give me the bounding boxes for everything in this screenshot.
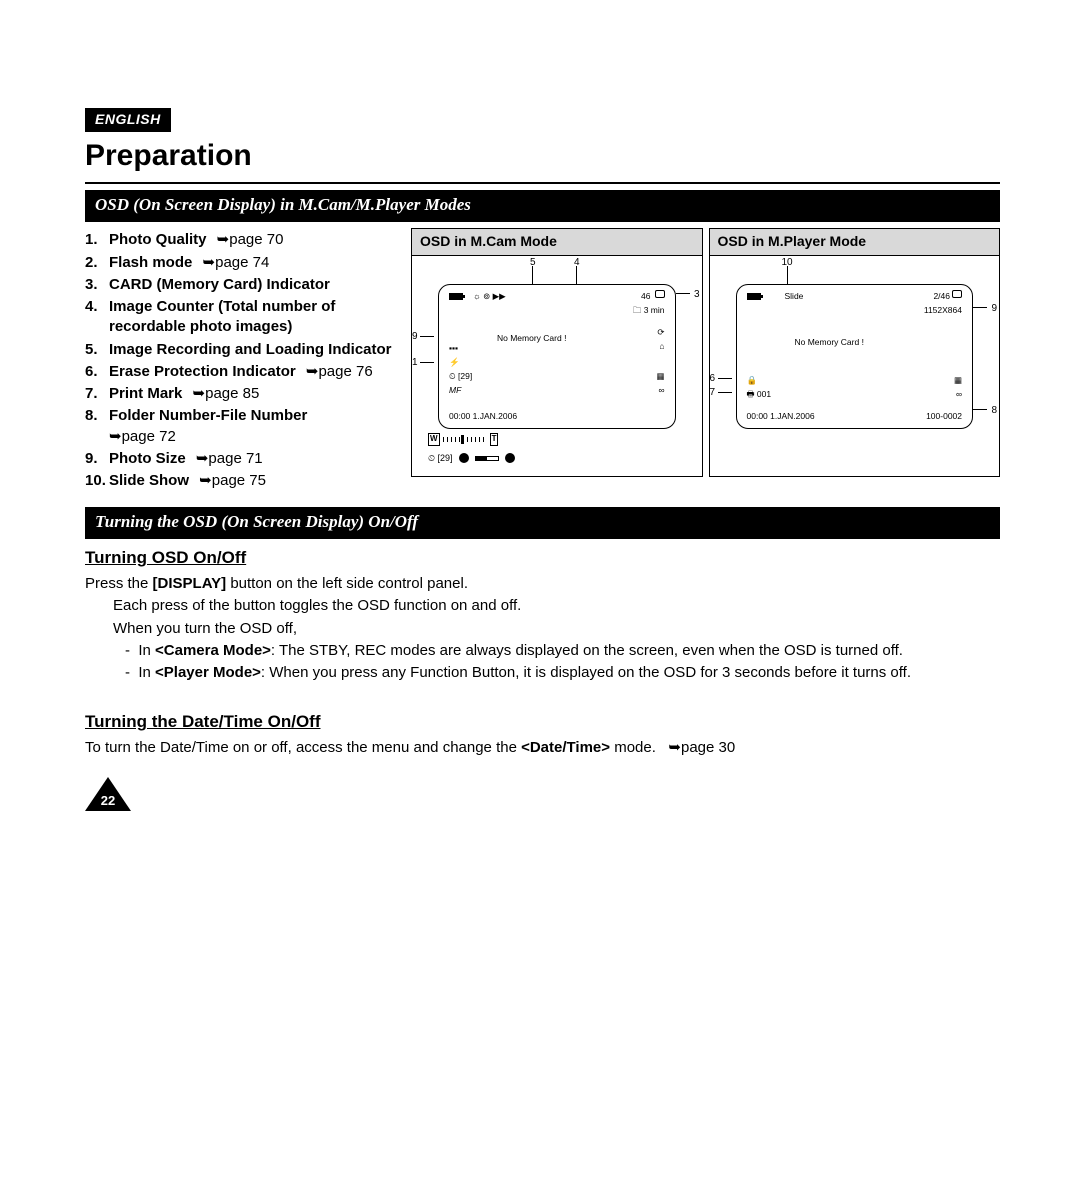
svg-text:22: 22 <box>101 793 115 808</box>
section-bar-osd-onoff: Turning the OSD (On Screen Display) On/O… <box>85 507 1000 539</box>
callout-list: Photo Quality ➥page 70 Flash mode ➥page … <box>85 230 395 491</box>
zoom-bar: W T <box>428 433 498 446</box>
card-icon <box>655 290 665 298</box>
body-text: - In <Camera Mode>: The STBY, REC modes … <box>85 641 1000 661</box>
rec-indicator-row: ⏲ [29] <box>428 452 515 464</box>
panel-mcam-title: OSD in M.Cam Mode <box>412 229 702 256</box>
panel-mcam: OSD in M.Cam Mode 5 4 3 9 <box>411 228 703 477</box>
osd-icon: ∞ <box>956 389 962 400</box>
osd-protect-icon: 🔒 <box>747 375 758 386</box>
callout-item: Slide Show ➥page 75 <box>85 471 395 491</box>
osd-datetime: 00:00 1.JAN.2006 <box>449 411 517 422</box>
callout-item: Image Recording and Loading Indicator <box>85 340 395 360</box>
callout-item: Print Mark ➥page 85 <box>85 384 395 404</box>
osd-flash-icon: ⚡ <box>449 357 460 368</box>
osd-indicator-icon: ⟳ <box>657 327 664 338</box>
battery-icon <box>747 293 761 300</box>
callout-num: 9 <box>991 302 997 316</box>
callout-item: Photo Size ➥page 71 <box>85 449 395 469</box>
osd-count: 46 <box>641 291 650 302</box>
osd-slide: Slide <box>785 291 804 302</box>
callout-num: 6 <box>710 372 716 386</box>
body-text: When you turn the OSD off, <box>85 619 1000 639</box>
osd-screen-mcam: ☼ ⊚ ▶▶ 46 🗀 3 min No Memory Card ! ⟳ ⌂ ▪… <box>438 284 676 429</box>
page-title: Preparation <box>85 136 1000 177</box>
body-text: To turn the Date/Time on or off, access … <box>85 738 1000 758</box>
callout-item: Flash mode ➥page 74 <box>85 253 395 273</box>
language-tag: ENGLISH <box>85 108 171 132</box>
osd-screen-mplayer: Slide 2/46 1152X864 No Memory Card ! 🔒 ▦… <box>736 284 974 429</box>
section-bar-osd-modes: OSD (On Screen Display) in M.Cam/M.Playe… <box>85 190 1000 222</box>
callout-item: Folder Number-File Number ➥page 72 <box>85 406 395 447</box>
body-text: Each press of the button toggles the OSD… <box>85 596 1000 616</box>
panel-mplayer-title: OSD in M.Player Mode <box>710 229 1000 256</box>
osd-icons-row: ☼ ⊚ ▶▶ <box>473 291 506 302</box>
osd-no-card: No Memory Card ! <box>497 333 566 344</box>
callout-item: CARD (Memory Card) Indicator <box>85 275 395 295</box>
callout-num: 7 <box>710 386 716 400</box>
callout-num: 9 <box>412 330 418 344</box>
callout-item: Photo Quality ➥page 70 <box>85 230 395 250</box>
osd-icon: ∞ <box>658 385 664 396</box>
callout-num: 3 <box>694 288 700 302</box>
panel-mplayer: OSD in M.Player Mode 10 9 6 7 8 <box>709 228 1001 477</box>
divider <box>85 182 1000 184</box>
osd-mf: MF <box>449 385 461 396</box>
osd-folder-file: 100-0002 <box>926 411 962 422</box>
body-text: - In <Player Mode>: When you press any F… <box>85 663 1000 683</box>
callout-item: Image Counter (Total number of recordabl… <box>85 297 395 338</box>
osd-datetime: 00:00 1.JAN.2006 <box>747 411 815 422</box>
page-number: 22 <box>85 777 1000 811</box>
osd-indicator-icon: ⌂ <box>659 341 664 352</box>
card-icon <box>952 290 962 298</box>
osd-icon: ▦ <box>656 371 664 382</box>
osd-no-card: No Memory Card ! <box>795 337 864 348</box>
osd-print-mark: 🖶 001 <box>747 389 772 400</box>
subheading-osd-onoff: Turning OSD On/Off <box>85 547 1000 570</box>
callout-num: 1 <box>412 356 418 370</box>
subheading-datetime-onoff: Turning the Date/Time On/Off <box>85 711 1000 734</box>
osd-icon: ▦ <box>954 375 962 386</box>
callout-num: 8 <box>991 404 997 418</box>
osd-image-count: 2/46 <box>933 291 950 302</box>
body-text: Press the [DISPLAY] button on the left s… <box>85 574 1000 594</box>
callout-item: Erase Protection Indicator ➥page 76 <box>85 362 395 382</box>
osd-self-timer: ⏲ [29] <box>449 371 472 382</box>
osd-quality-icon: ▪▪▪ <box>449 343 458 354</box>
osd-photo-size: 1152X864 <box>924 305 962 316</box>
osd-remaining: 🗀 3 min <box>633 305 665 316</box>
battery-icon <box>449 293 463 300</box>
